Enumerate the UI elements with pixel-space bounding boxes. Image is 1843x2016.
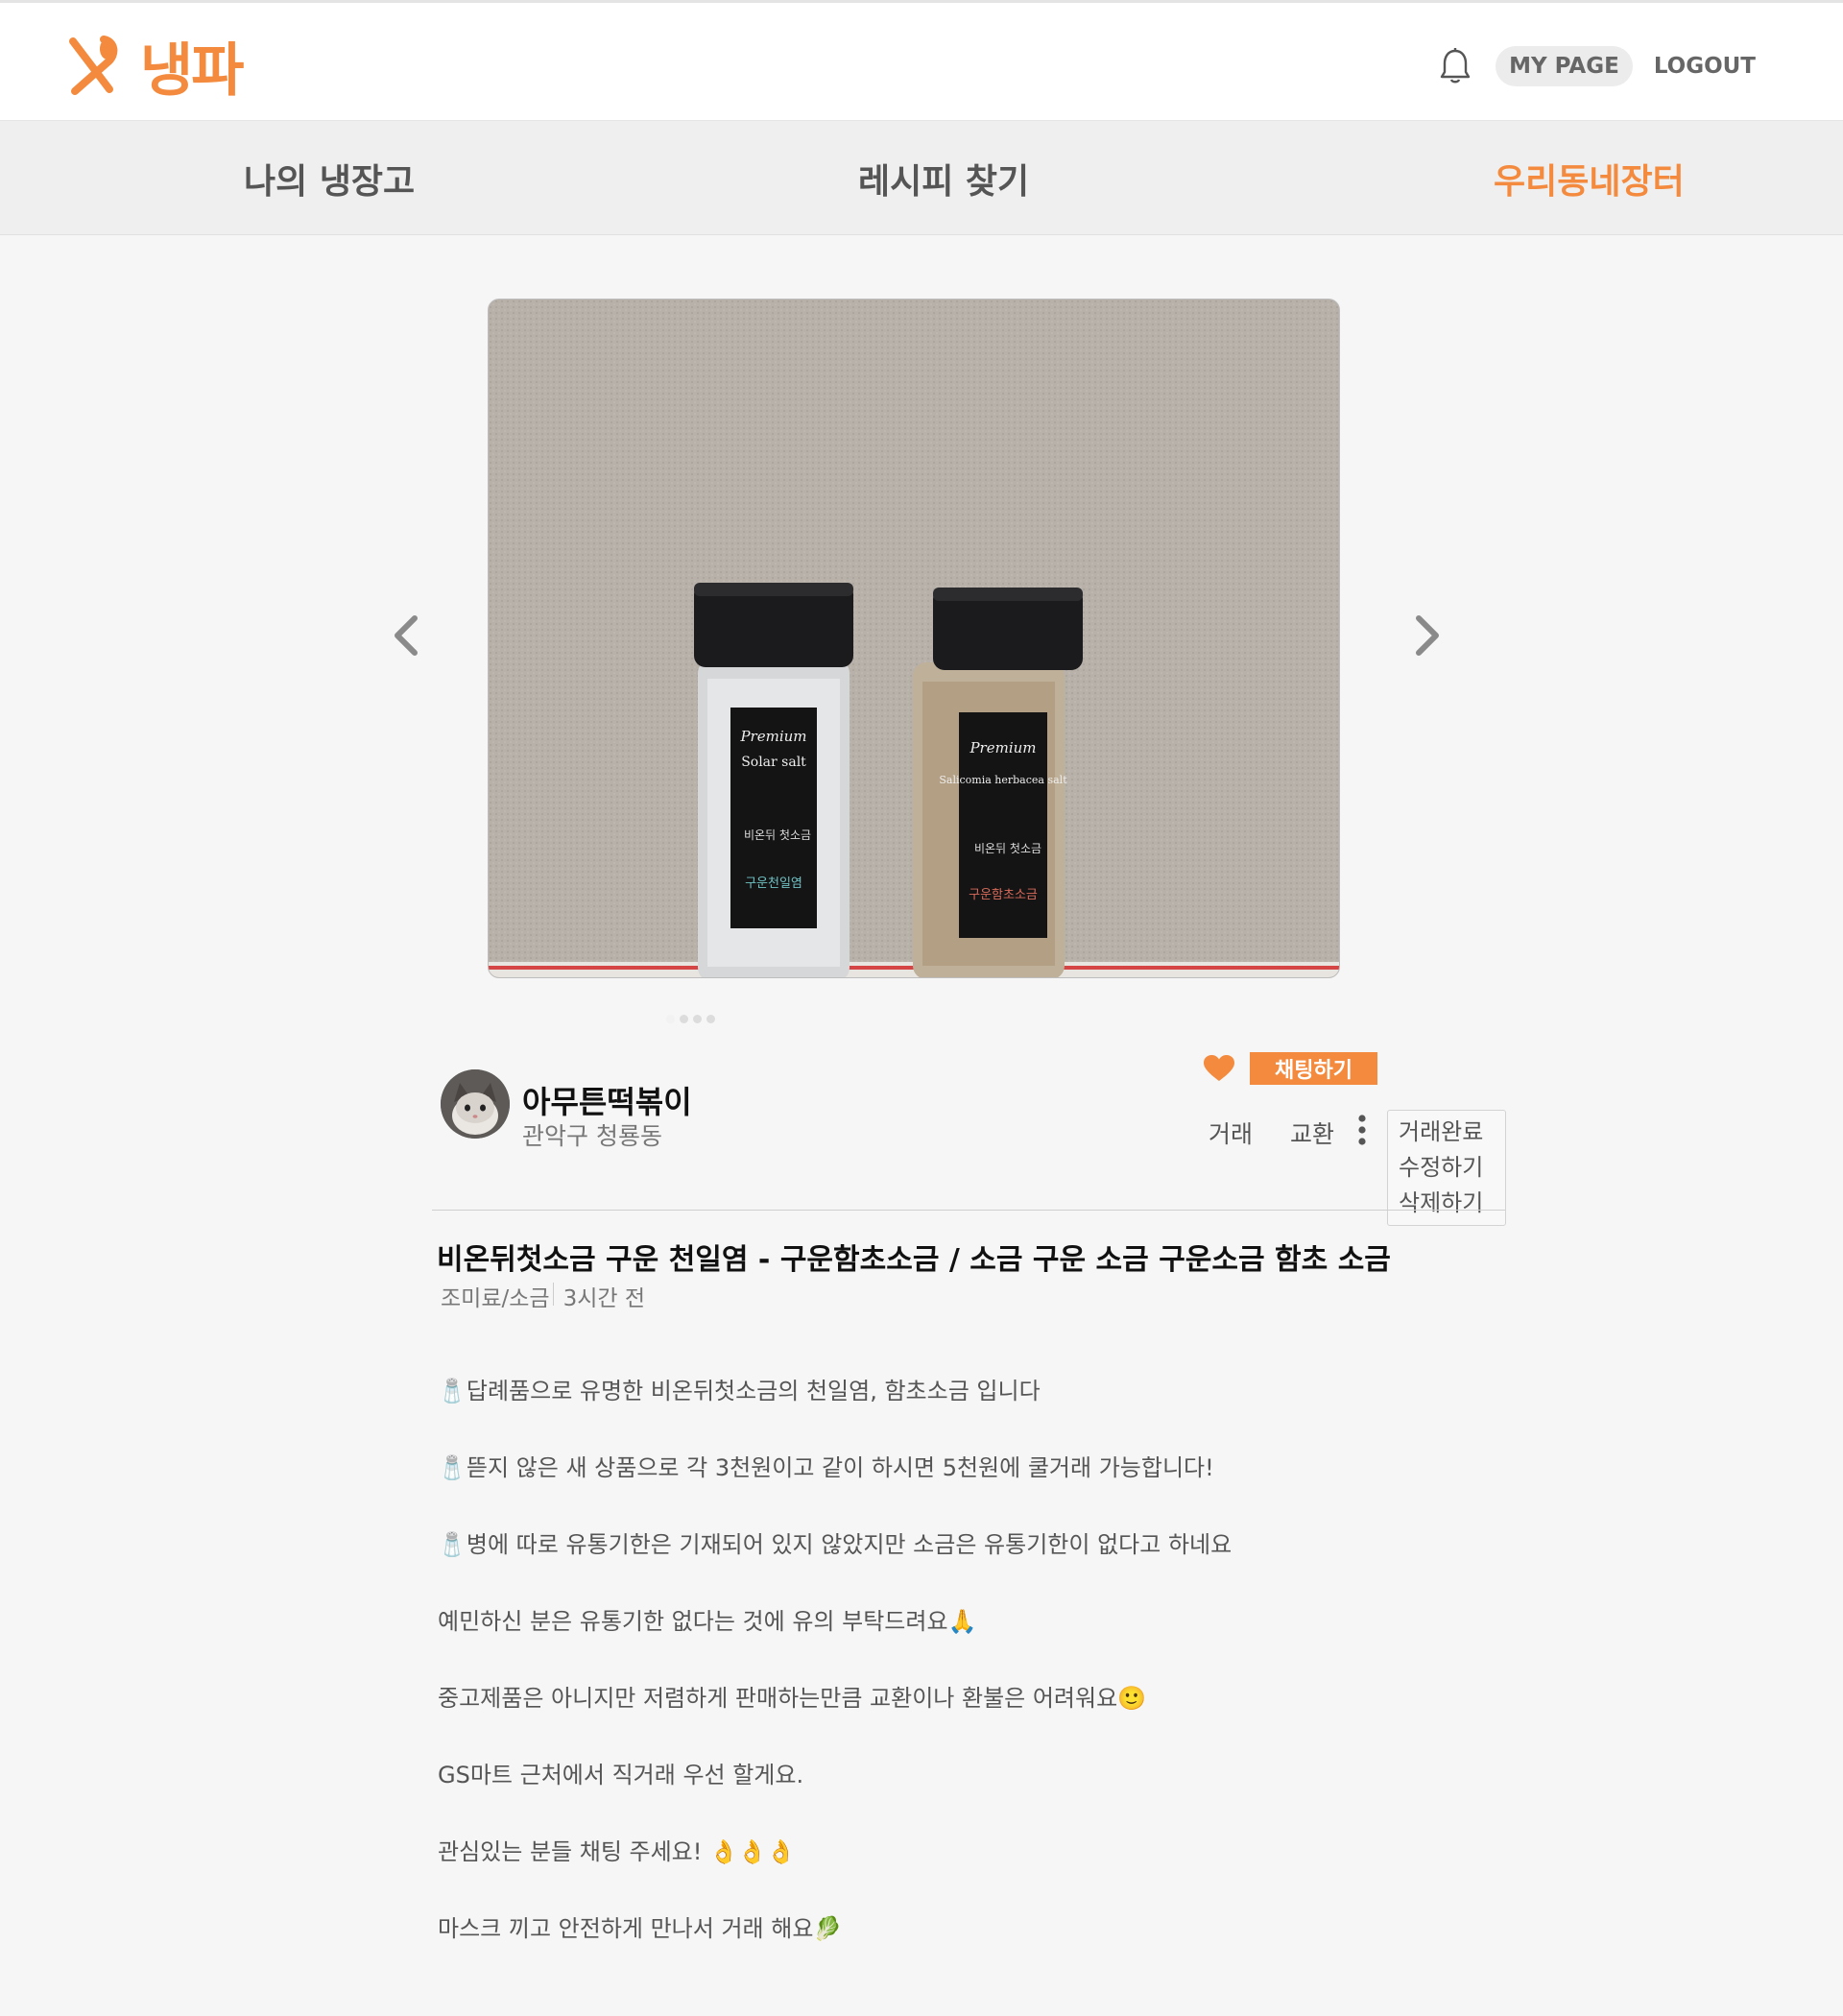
header-actions: MY PAGE LOGOUT [1436, 45, 1756, 87]
seller-name[interactable]: 아무튼떡볶이 [522, 1078, 692, 1122]
svg-text:구운함초소금: 구운함초소금 [969, 888, 1038, 902]
post-body: 🧂답례품으로 유명한 비온뒤첫소금의 천일염, 함초소금 입니다 🧂뜯지 않은 … [438, 1372, 1494, 1986]
more-options-icon[interactable] [1356, 1113, 1368, 1147]
carousel-dot[interactable] [680, 1015, 688, 1023]
bell-icon[interactable] [1436, 45, 1474, 87]
nav-neighborhood-market[interactable]: 우리동네장터 [1494, 154, 1685, 204]
tag-trade: 거래 [1209, 1120, 1254, 1148]
header: 냉파 MY PAGE LOGOUT [0, 3, 1843, 120]
body-line: 🧂뜯지 않은 새 상품으로 각 3천원이고 같이 하시면 5천원에 쿨거래 가능… [438, 1454, 1214, 1481]
svg-text:구운천일염: 구운천일염 [745, 876, 802, 891]
body-line: 🧂답례품으로 유명한 비온뒤첫소금의 천일염, 함초소금 입니다 [438, 1378, 1041, 1404]
menu-item-edit[interactable]: 수정하기 [1388, 1150, 1505, 1186]
body-line: 🧂병에 따로 유통기한은 기재되어 있지 않았지만 소금은 유통기한이 없다고 … [438, 1531, 1233, 1558]
body-line: 예민하신 분은 유통기한 없다는 것에 유의 부탁드려요🙏 [438, 1608, 977, 1635]
carousel-dot[interactable] [693, 1015, 702, 1023]
post-meta: 조미료/소금 3시간 전 [441, 1280, 645, 1312]
body-line: 중고제품은 아니지만 저렴하게 판매하는만큼 교환이나 환불은 어려워요🙂 [438, 1685, 1147, 1712]
product-image[interactable]: Premium Solar salt 비온뒤 첫소금 구운천일염 Premium… [488, 299, 1340, 978]
svg-text:Premium: Premium [969, 739, 1036, 756]
divider [432, 1210, 1505, 1211]
logo-text: 냉파 [140, 36, 244, 105]
heart-icon[interactable] [1204, 1055, 1234, 1082]
mypage-button[interactable]: MY PAGE [1496, 46, 1633, 86]
svg-text:Premium: Premium [739, 728, 806, 745]
menu-item-complete[interactable]: 거래완료 [1388, 1115, 1505, 1150]
meta-separator [552, 1283, 554, 1306]
post-category: 조미료/소금 [441, 1286, 550, 1311]
svg-text:비온뒤 첫소금: 비온뒤 첫소금 [974, 842, 1041, 855]
main-nav: 나의 냉장고 레시피 찾기 우리동네장터 [0, 120, 1843, 235]
nav-find-recipe[interactable]: 레시피 찾기 [858, 154, 1029, 204]
utensils-icon [69, 36, 118, 95]
body-line: GS마트 근처에서 직거래 우선 할게요. [438, 1762, 804, 1788]
seller-location: 관악구 청룡동 [522, 1122, 662, 1150]
chat-button[interactable]: 채팅하기 [1250, 1052, 1377, 1085]
svg-text:Salicomia herbacea salt: Salicomia herbacea salt [939, 774, 1067, 786]
nav-my-fridge[interactable]: 나의 냉장고 [244, 154, 415, 204]
carousel-dots [666, 1015, 715, 1023]
logo[interactable]: 냉파 [65, 32, 244, 105]
carousel-dot[interactable] [706, 1015, 715, 1023]
svg-text:비온뒤 첫소금: 비온뒤 첫소금 [744, 828, 811, 842]
body-line: 관심있는 분들 채팅 주세요! 👌👌👌 [438, 1838, 796, 1865]
tag-exchange: 교환 [1290, 1120, 1335, 1148]
options-menu: 거래완료 수정하기 삭제하기 [1387, 1110, 1506, 1226]
seller-avatar[interactable] [441, 1069, 510, 1139]
svg-text:Solar salt: Solar salt [741, 755, 806, 770]
body-line: 마스크 끼고 안전하게 만나서 거래 해요🥬 [438, 1915, 843, 1942]
post-title: 비온뒤첫소금 구운 천일염 - 구운함초소금 / 소금 구운 소금 구운소금 함… [437, 1243, 1391, 1277]
logout-button[interactable]: LOGOUT [1654, 54, 1756, 79]
prev-arrow-icon[interactable] [384, 605, 430, 666]
menu-item-delete[interactable]: 삭제하기 [1388, 1186, 1505, 1221]
post-time: 3시간 전 [562, 1286, 645, 1311]
next-arrow-icon[interactable] [1403, 605, 1449, 666]
carousel-dot[interactable] [666, 1015, 675, 1023]
